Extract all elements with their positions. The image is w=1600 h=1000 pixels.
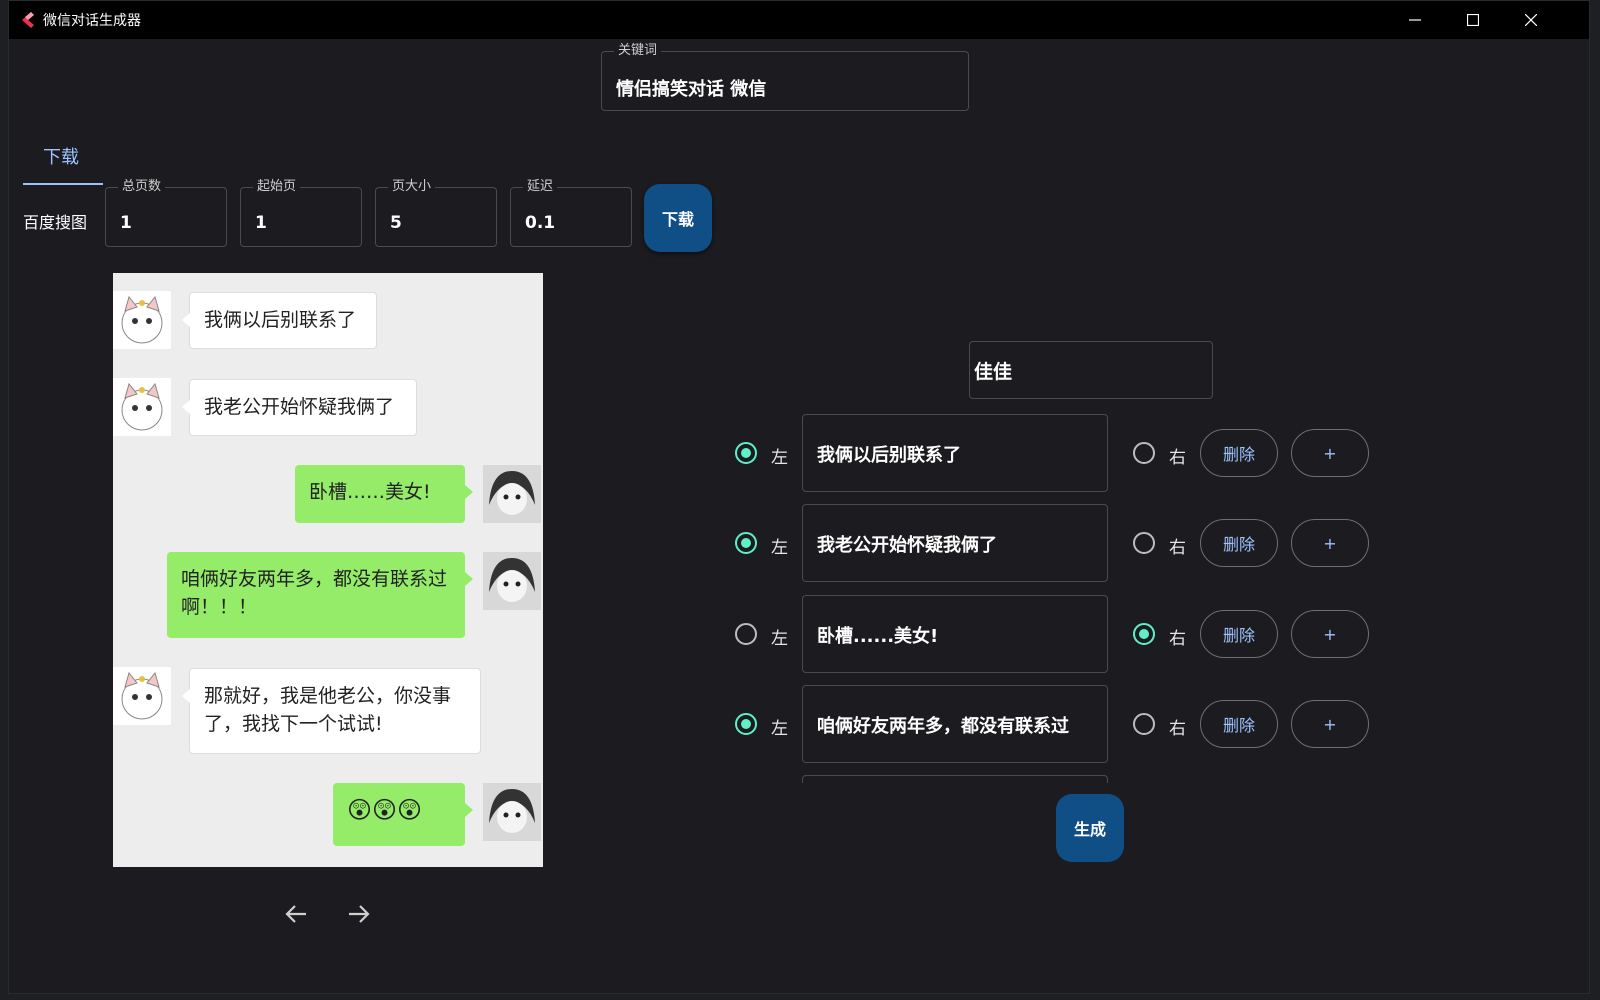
message-input-partial bbox=[802, 775, 1108, 783]
left-label: 左 bbox=[771, 719, 788, 739]
cat-avatar bbox=[113, 378, 171, 436]
chat-bubble: 😲😲😲 bbox=[333, 783, 473, 846]
delay-value: 0.1 bbox=[525, 213, 556, 233]
delay-field[interactable]: 延迟 0.1 bbox=[510, 179, 632, 247]
total-pages-field[interactable]: 总页数 1 bbox=[105, 179, 227, 247]
right-label: 右 bbox=[1169, 538, 1186, 558]
add-button[interactable]: + bbox=[1291, 519, 1369, 567]
app-window: 微信对话生成器 关键词 情侣搞笑对话 微信 下载 百度搜图 总页数 1 起始页 … bbox=[8, 0, 1590, 994]
message-input[interactable]: 我老公开始怀疑我俩了 bbox=[802, 504, 1108, 582]
right-label: 右 bbox=[1169, 719, 1186, 739]
keyword-field[interactable]: 关键词 情侣搞笑对话 微信 bbox=[601, 43, 969, 111]
left-radio[interactable] bbox=[735, 532, 757, 554]
left-label: 左 bbox=[771, 629, 788, 649]
page-size-label: 页大小 bbox=[388, 179, 436, 195]
chat-bubble: 卧槽……美女! bbox=[295, 465, 473, 523]
generate-button[interactable]: 生成 bbox=[1056, 794, 1124, 862]
right-radio[interactable] bbox=[1133, 713, 1155, 735]
left-radio[interactable] bbox=[735, 713, 757, 735]
keyword-label: 关键词 bbox=[614, 43, 662, 59]
total-pages-value: 1 bbox=[120, 213, 132, 233]
left-label: 左 bbox=[771, 448, 788, 468]
add-button[interactable]: + bbox=[1291, 429, 1369, 477]
delay-label: 延迟 bbox=[523, 179, 558, 195]
left-radio[interactable] bbox=[735, 442, 757, 464]
right-label: 右 bbox=[1169, 448, 1186, 468]
message-input[interactable]: 我俩以后别联系了 bbox=[802, 414, 1108, 492]
chat-bubble: 我老公开始怀疑我俩了 bbox=[182, 379, 417, 436]
message-text: 咱俩好友两年多，都没有联系过 bbox=[817, 716, 1069, 737]
cat-avatar bbox=[113, 291, 171, 349]
minimize-icon bbox=[1409, 19, 1421, 21]
tab-indicator bbox=[23, 183, 103, 185]
girl-avatar bbox=[483, 552, 541, 610]
right-label: 右 bbox=[1169, 629, 1186, 649]
chat-preview: 我俩以后别联系了 我老公开始怀疑我俩了 卧槽……美女! 咱俩好友两年多，都没有联… bbox=[113, 273, 543, 867]
download-button[interactable]: 下载 bbox=[644, 184, 712, 252]
chat-bubble: 咱俩好友两年多，都没有联系过啊！！！ bbox=[167, 552, 473, 638]
source-label: 百度搜图 bbox=[23, 213, 88, 232]
arrow-left-icon[interactable] bbox=[282, 899, 312, 929]
chat-bubble: 那就好，我是他老公，你没事了，我找下一个试试! bbox=[182, 668, 481, 754]
delete-button[interactable]: 删除 bbox=[1200, 610, 1278, 658]
right-radio[interactable] bbox=[1133, 623, 1155, 645]
name-input[interactable]: 佳佳 bbox=[969, 341, 1213, 399]
chat-bubble: 我俩以后别联系了 bbox=[182, 292, 377, 349]
add-button[interactable]: + bbox=[1291, 610, 1369, 658]
app-logo-icon bbox=[22, 12, 34, 28]
tab-download[interactable]: 下载 bbox=[43, 143, 79, 169]
left-radio[interactable] bbox=[735, 623, 757, 645]
message-text: 我俩以后别联系了 bbox=[817, 445, 961, 466]
message-text: 卧槽......美女! bbox=[817, 626, 939, 647]
maximize-icon bbox=[1467, 14, 1479, 26]
close-button[interactable] bbox=[1502, 1, 1560, 39]
total-pages-label: 总页数 bbox=[118, 179, 166, 195]
title-bar: 微信对话生成器 bbox=[9, 1, 1589, 39]
delete-button[interactable]: 删除 bbox=[1200, 519, 1278, 567]
message-text: 我老公开始怀疑我俩了 bbox=[817, 535, 997, 556]
arrow-right-icon[interactable] bbox=[343, 899, 373, 929]
left-label: 左 bbox=[771, 538, 788, 558]
delete-button[interactable]: 删除 bbox=[1200, 429, 1278, 477]
start-page-value: 1 bbox=[255, 213, 267, 233]
right-radio[interactable] bbox=[1133, 532, 1155, 554]
keyword-value: 情侣搞笑对话 微信 bbox=[616, 79, 767, 100]
start-page-field[interactable]: 起始页 1 bbox=[240, 179, 362, 247]
girl-avatar bbox=[483, 465, 541, 523]
girl-avatar bbox=[483, 783, 541, 841]
delete-button[interactable]: 删除 bbox=[1200, 700, 1278, 748]
message-input[interactable]: 卧槽......美女! bbox=[802, 595, 1108, 673]
cat-avatar bbox=[113, 667, 171, 725]
name-value: 佳佳 bbox=[974, 361, 1013, 383]
maximize-button[interactable] bbox=[1444, 1, 1502, 39]
page-size-value: 5 bbox=[390, 213, 402, 233]
close-icon bbox=[1525, 14, 1537, 26]
window-title: 微信对话生成器 bbox=[43, 13, 141, 29]
message-input[interactable]: 咱俩好友两年多，都没有联系过 bbox=[802, 685, 1108, 763]
right-radio[interactable] bbox=[1133, 442, 1155, 464]
minimize-button[interactable] bbox=[1386, 1, 1444, 39]
page-size-field[interactable]: 页大小 5 bbox=[375, 179, 497, 247]
start-page-label: 起始页 bbox=[253, 179, 301, 195]
add-button[interactable]: + bbox=[1291, 700, 1369, 748]
